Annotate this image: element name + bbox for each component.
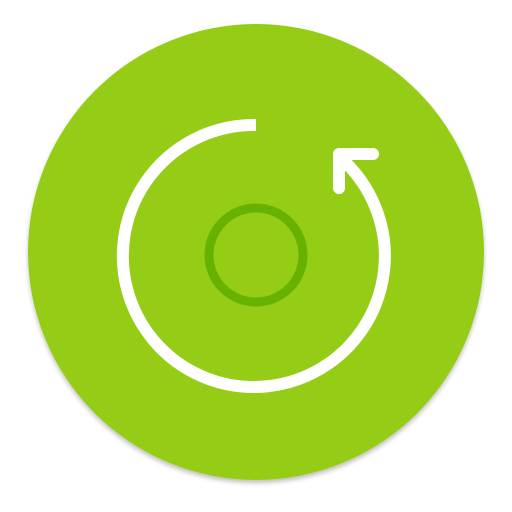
- app-icon: [28, 24, 484, 480]
- app-icon-canvas: [0, 0, 512, 512]
- badge-circle: [28, 24, 484, 480]
